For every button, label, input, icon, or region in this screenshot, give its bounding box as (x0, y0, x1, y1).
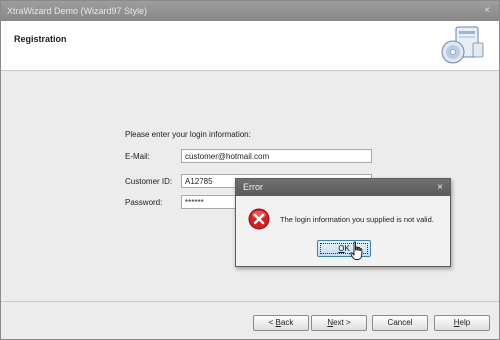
wizard-window: XtraWizard Demo (Wizard97 Style) × Regis… (0, 0, 500, 340)
help-button[interactable]: Help (434, 315, 490, 331)
window-title: XtraWizard Demo (Wizard97 Style) (7, 6, 148, 16)
help-button-label: elp (459, 318, 471, 327)
error-icon (248, 208, 270, 230)
computer-cd-icon (441, 26, 484, 64)
email-field[interactable]: customer@hotmail.com (181, 149, 372, 163)
wizard-footer: < Back Next > Cancel Help (1, 301, 499, 339)
back-button-label: ack (280, 318, 294, 327)
login-prompt: Please enter your login information: (125, 130, 251, 139)
back-button-prefix: < (268, 318, 276, 327)
page-title: Registration (14, 34, 67, 44)
back-button[interactable]: < Back (253, 315, 309, 331)
hand-cursor-icon (350, 241, 363, 260)
window-titlebar[interactable]: XtraWizard Demo (Wizard97 Style) × (1, 1, 499, 21)
error-message: The login information you supplied is no… (280, 215, 434, 224)
customer-id-label: Customer ID: (125, 177, 173, 186)
email-label: E-Mail: (125, 152, 150, 161)
error-dialog-close-button[interactable]: × (437, 179, 443, 196)
next-button-label: ext > (333, 318, 351, 327)
error-dialog-titlebar[interactable]: Error × (236, 179, 450, 196)
password-label: Password: (125, 198, 163, 207)
cancel-button[interactable]: Cancel (372, 315, 428, 331)
wizard-header: Registration (1, 21, 499, 71)
error-dialog: Error × The login information you suppli… (235, 178, 451, 267)
window-close-button[interactable]: × (484, 1, 490, 21)
error-dialog-title: Error (243, 182, 263, 192)
next-button[interactable]: Next > (311, 315, 367, 331)
